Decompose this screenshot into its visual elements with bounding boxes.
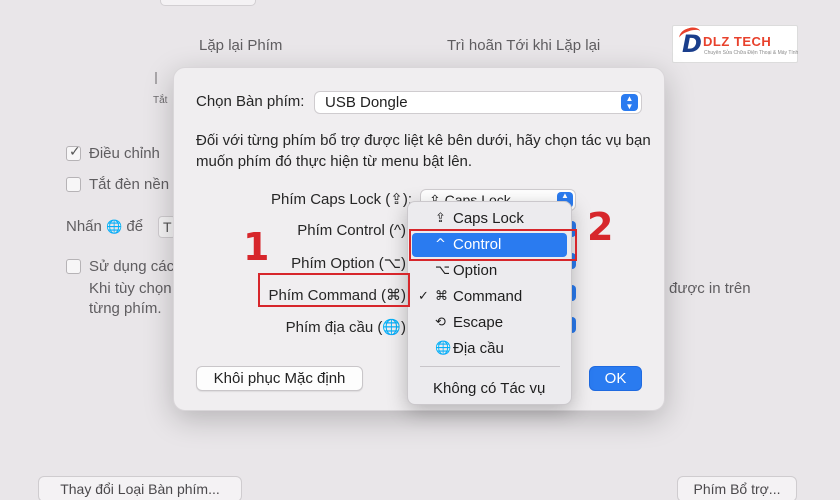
customize-note: Khi tùy chọn <box>89 280 172 297</box>
menu-item-label: Command <box>453 288 523 305</box>
menu-separator <box>420 366 560 367</box>
logo-name: DLZ TECH <box>703 34 772 49</box>
option-icon: ⌥ <box>435 263 450 278</box>
slider-min-label: Tắt <box>153 95 168 106</box>
modifier-keys-button[interactable]: Phím Bổ trợ... <box>677 476 797 500</box>
command-icon: ⌘ <box>435 289 448 304</box>
change-keyboard-type-button[interactable]: Thay đổi Loại Bàn phím... <box>38 476 242 500</box>
annotation-box-control-item <box>409 229 577 261</box>
menu-item-option[interactable]: ⌥ Option <box>408 258 571 284</box>
annotation-box-command-key <box>258 273 410 307</box>
dlz-tech-logo: D DLZ TECH Chuyên Sửa Chữa Điện Thoại & … <box>672 24 799 63</box>
keyboard-select[interactable]: USB Dongle ▲ ▼ <box>314 91 642 114</box>
menu-item-label: Không có Tác vụ <box>433 380 546 397</box>
keyboard-select-value: USB Dongle <box>325 94 408 111</box>
checkmark-icon: ✓ <box>418 289 429 304</box>
use-keys-checkbox[interactable] <box>66 259 81 274</box>
top-button-fragment[interactable] <box>160 0 256 6</box>
option-key-label: Phím Option (⌥) <box>291 255 406 272</box>
per-key-note: từng phím. <box>89 300 162 317</box>
use-keys-label: Sử dụng các <box>89 258 175 275</box>
restore-defaults-button[interactable]: Khôi phục Mặc định <box>196 366 363 391</box>
updown-chevron-icon: ▲▼ <box>621 94 638 111</box>
menu-item-command[interactable]: ✓ ⌘ Command <box>408 284 571 310</box>
escape-icon: ⟲ <box>435 315 446 330</box>
caps-lock-key-label: Phím Caps Lock (⇪): <box>271 191 412 208</box>
adjust-brightness-checkbox[interactable] <box>66 144 81 161</box>
ok-button[interactable]: OK <box>589 366 642 391</box>
press-globe-label: Nhấn 🌐 để <box>66 218 143 235</box>
menu-item-label: Địa cầu <box>453 340 504 357</box>
globe-icon: 🌐 <box>106 220 123 235</box>
keyboard-select-label: Chọn Bàn phím: <box>196 93 305 110</box>
backlight-off-checkbox[interactable] <box>66 177 81 192</box>
annotation-step-1: 1 <box>243 225 270 269</box>
globe-key-label: Phím địa cầu (🌐) <box>285 319 406 336</box>
dialog-description: Đối với từng phím bổ trợ được liệt kê bê… <box>196 132 651 170</box>
globe-icon: 🌐 <box>435 341 452 356</box>
press-label: Nhấn <box>66 218 102 235</box>
delay-until-repeat-label: Trì hoãn Tới khi Lặp lại <box>447 37 601 54</box>
menu-item-label: Option <box>453 262 498 279</box>
press-suffix: để <box>126 218 144 235</box>
key-repeat-slider-tick[interactable] <box>155 72 157 84</box>
backlight-off-label: Tắt đèn nền <box>89 176 170 193</box>
logo-tagline: Chuyên Sửa Chữa Điện Thoại & Máy Tính <box>704 50 799 56</box>
customize-note-end: được in trên <box>669 280 751 297</box>
menu-item-globe[interactable]: 🌐 Địa cầu <box>408 336 571 362</box>
menu-item-escape[interactable]: ⟲ Escape <box>408 310 571 336</box>
adjust-brightness-label: Điều chỉnh <box>89 145 160 162</box>
key-repeat-label: Lặp lại Phím <box>199 37 283 54</box>
menu-item-label: Escape <box>453 314 504 331</box>
menu-item-no-action[interactable]: Không có Tác vụ <box>408 376 571 402</box>
control-key-label: Phím Control (^) <box>297 222 406 239</box>
logo-mark: D <box>682 30 702 58</box>
annotation-step-2: 2 <box>587 205 614 249</box>
